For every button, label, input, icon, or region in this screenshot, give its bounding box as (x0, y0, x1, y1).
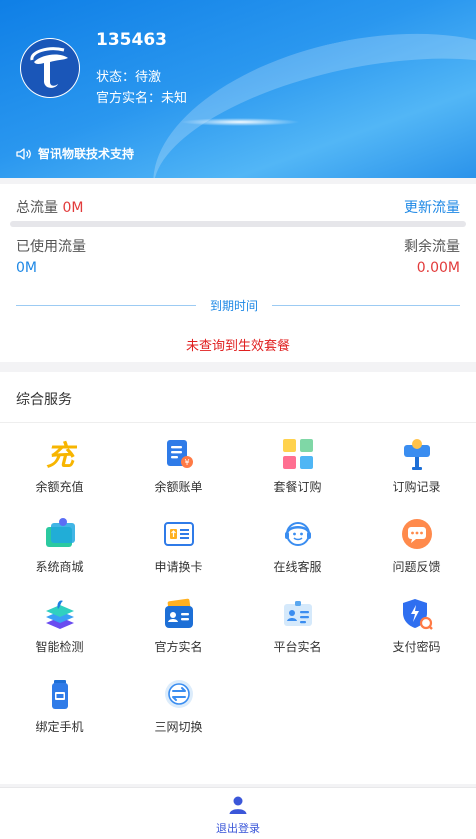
bind-phone-icon (42, 676, 78, 712)
support-notice-text: 智讯物联技术支持 (38, 147, 135, 161)
service-label: 系统商城 (35, 560, 84, 574)
service-label: 订购记录 (392, 480, 441, 494)
official-realname-status: 官方实名：未知 (96, 91, 188, 106)
service-bind-phone[interactable]: 绑定手机 (0, 676, 119, 742)
service-package-order[interactable]: 套餐订购 (238, 436, 357, 502)
total-traffic-label: 总流量 (16, 200, 58, 216)
activation-status: 状态：待激 (96, 70, 162, 85)
remaining-traffic-value: 0.00M (416, 260, 460, 276)
carrier-logo-icon (21, 39, 79, 97)
svg-text:¥: ¥ (184, 458, 189, 467)
service-pay-password[interactable]: 支付密码 (357, 596, 476, 662)
support-notice: 智讯物联技术支持 (16, 145, 134, 162)
feedback-icon (399, 516, 435, 552)
service-recharge[interactable]: 充 余额充值 (0, 436, 119, 502)
svg-text:充: 充 (45, 439, 76, 471)
platform-realname-icon (280, 596, 316, 632)
header-light-flare (180, 118, 300, 126)
traffic-labels-row: 已使用流量 剩余流量 (16, 236, 460, 256)
traffic-values-row: 0M 0.00M (16, 260, 460, 276)
mall-icon (42, 516, 78, 552)
service-online-support[interactable]: 在线客服 (238, 516, 357, 582)
service-bill[interactable]: ¥ 余额账单 (119, 436, 238, 502)
service-smart-detect[interactable]: 智能检测 (0, 596, 119, 662)
recharge-icon: 充 (42, 436, 78, 472)
card-swap-icon (161, 516, 197, 552)
no-active-plan-message: 未查询到生效套餐 (185, 339, 290, 354)
speaker-icon (16, 147, 31, 160)
package-grid-icon (280, 436, 316, 472)
total-traffic: 总流量 0M (16, 197, 83, 217)
divider-line-left (16, 304, 196, 306)
service-card-replace[interactable]: 申请换卡 (119, 516, 238, 582)
expire-time-divider: 到期时间 (16, 297, 460, 313)
customer-service-icon (280, 516, 316, 552)
total-traffic-row: 总流量 0M 更新流量 (16, 197, 460, 217)
refresh-traffic-button[interactable]: 更新流量 (404, 197, 460, 217)
user-icon (228, 795, 248, 819)
service-label: 三网切换 (154, 720, 203, 734)
user-id: 135463 (96, 30, 167, 50)
service-label: 支付密码 (392, 640, 441, 654)
service-label: 平台实名 (273, 640, 322, 654)
total-traffic-value: 0M (62, 200, 84, 216)
divider-line-right (272, 304, 460, 306)
service-label: 智能检测 (35, 640, 84, 654)
service-network-switch[interactable]: 三网切换 (119, 676, 238, 742)
service-feedback[interactable]: 问题反馈 (357, 516, 476, 582)
services-divider (0, 422, 476, 423)
carrier-logo (20, 38, 80, 98)
services-title: 综合服务 (16, 392, 72, 408)
pay-password-icon (399, 596, 435, 632)
services-panel: 综合服务 充 余额充值 ¥ 余额账单 套餐订购 订购记录 系统商城 申请换卡 在… (0, 372, 476, 784)
service-label: 余额充值 (35, 480, 84, 494)
service-official-realname[interactable]: 官方实名 (119, 596, 238, 662)
used-traffic-value: 0M (16, 260, 37, 276)
traffic-progress-bar (10, 221, 466, 227)
service-mall[interactable]: 系统商城 (0, 516, 119, 582)
service-label: 问题反馈 (392, 560, 441, 574)
network-switch-icon (161, 676, 197, 712)
logout-label: 退出登录 (216, 822, 260, 835)
service-label: 绑定手机 (35, 720, 84, 734)
service-label: 套餐订购 (273, 480, 322, 494)
bill-icon: ¥ (161, 436, 197, 472)
remaining-traffic-label: 剩余流量 (404, 239, 460, 255)
service-label: 官方实名 (154, 640, 203, 654)
smart-detect-icon (42, 596, 78, 632)
service-label: 申请换卡 (154, 560, 203, 574)
service-label: 余额账单 (154, 480, 203, 494)
service-order-record[interactable]: 订购记录 (357, 436, 476, 502)
profile-header: 135463 状态：待激 官方实名：未知 智讯物联技术支持 (0, 0, 476, 178)
traffic-card: 总流量 0M 更新流量 已使用流量 剩余流量 0M 0.00M 到期时间 未查询… (0, 184, 476, 362)
used-traffic-label: 已使用流量 (16, 239, 86, 255)
order-record-icon (399, 436, 435, 472)
service-platform-realname[interactable]: 平台实名 (238, 596, 357, 662)
logout-button[interactable]: 退出登录 (0, 787, 476, 839)
expire-time-label: 到期时间 (210, 298, 259, 313)
official-realname-icon (161, 596, 197, 632)
service-label: 在线客服 (273, 560, 322, 574)
